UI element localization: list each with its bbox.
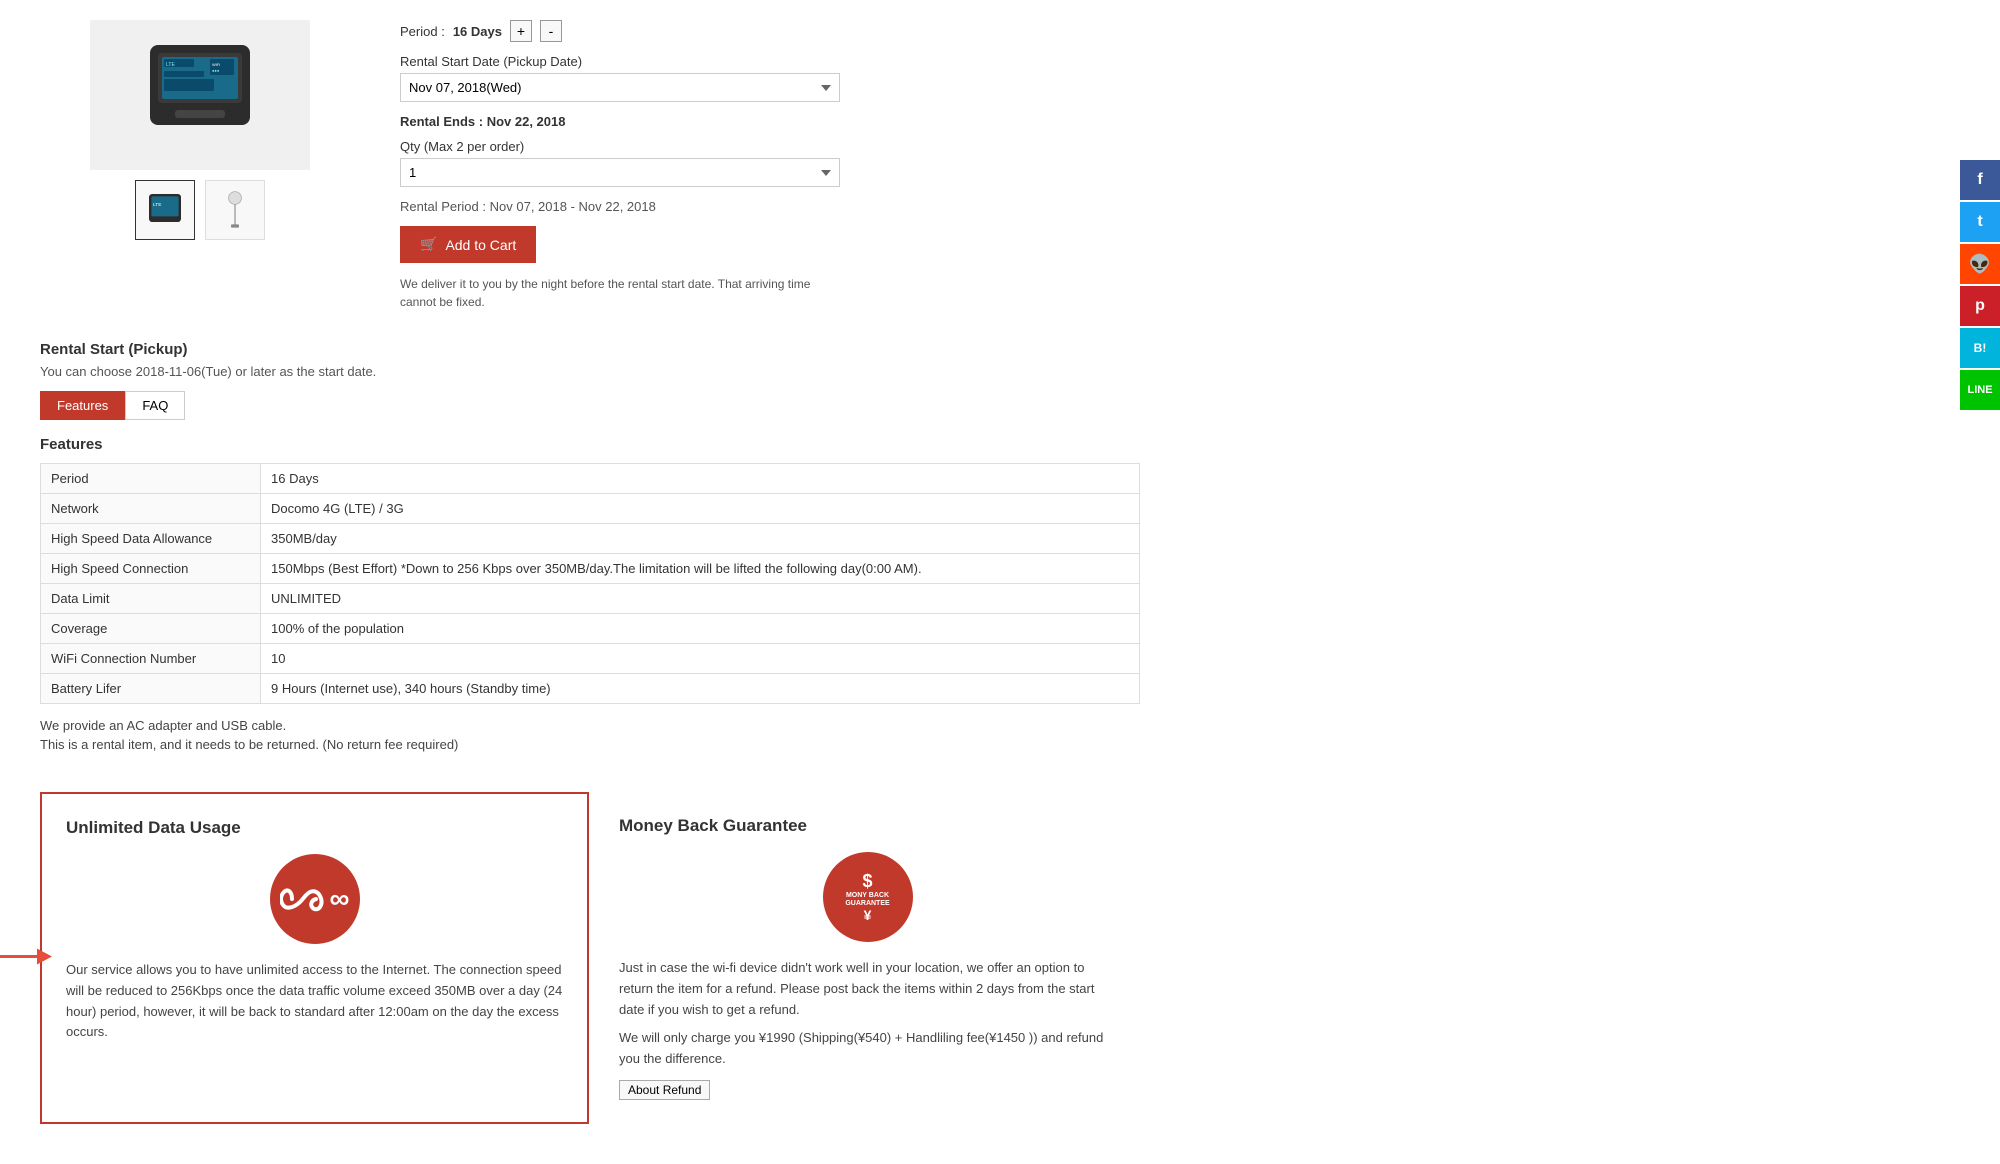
feature-label: High Speed Data Allowance: [41, 524, 261, 554]
table-row: High Speed Connection150Mbps (Best Effor…: [41, 554, 1140, 584]
social-hatena-btn[interactable]: B!: [1960, 328, 2000, 368]
benefits-section: Unlimited Data Usage ∞ Our service allow…: [40, 792, 1140, 1124]
facebook-icon: f: [1977, 171, 1982, 189]
money-back-title: Money Back Guarantee: [619, 816, 1116, 836]
table-row: High Speed Data Allowance350MB/day: [41, 524, 1140, 554]
money-icon-text: MONY BACKGUARANTEE: [845, 892, 889, 907]
money-icon-dollar: $: [862, 871, 872, 892]
table-row: Period16 Days: [41, 464, 1140, 494]
unlimited-title: Unlimited Data Usage: [66, 818, 563, 838]
tabs: Features FAQ: [40, 391, 1860, 420]
about-refund-button[interactable]: About Refund: [619, 1080, 710, 1100]
table-row: Battery Lifer9 Hours (Internet use), 340…: [41, 674, 1140, 704]
rental-ends-date: Nov 22, 2018: [487, 114, 566, 129]
social-sidebar: f t 👽 p B! LINE: [1960, 160, 2000, 410]
period-increase-btn[interactable]: -: [540, 20, 562, 42]
feature-label: Period: [41, 464, 261, 494]
feature-label: Data Limit: [41, 584, 261, 614]
rental-ends: Rental Ends : Nov 22, 2018: [400, 114, 900, 129]
rental-ends-label: Rental Ends :: [400, 114, 483, 129]
arrow-indicator: [0, 941, 52, 974]
feature-value: 9 Hours (Internet use), 340 hours (Stand…: [261, 674, 1140, 704]
infinity-icon: ∞: [270, 854, 360, 944]
feature-value: Docomo 4G (LTE) / 3G: [261, 494, 1140, 524]
svg-text:LTE: LTE: [166, 62, 175, 68]
rental-start-subtitle: You can choose 2018-11-06(Tue) or later …: [40, 364, 1860, 379]
money-icon-yen: ¥: [864, 907, 872, 923]
reddit-icon: 👽: [1969, 254, 1991, 275]
feature-label: WiFi Connection Number: [41, 644, 261, 674]
tab-features[interactable]: Features: [40, 391, 125, 420]
feature-value: UNLIMITED: [261, 584, 1140, 614]
money-back-icon-area: $ MONY BACKGUARANTEE ¥: [619, 852, 1116, 942]
product-main-image: LTE WiFi ●●●: [90, 20, 310, 170]
feature-value: 10: [261, 644, 1140, 674]
feature-value: 350MB/day: [261, 524, 1140, 554]
feature-label: Battery Lifer: [41, 674, 261, 704]
start-date-group: Rental Start Date (Pickup Date) Nov 07, …: [400, 54, 900, 102]
delivery-note: We deliver it to you by the night before…: [400, 275, 840, 311]
social-facebook-btn[interactable]: f: [1960, 160, 2000, 200]
hatena-icon: B!: [1974, 341, 1987, 355]
qty-label: Qty (Max 2 per order): [400, 139, 900, 154]
social-pocket-btn[interactable]: p: [1960, 286, 2000, 326]
cart-icon: 🛒: [420, 236, 437, 253]
features-title: Features: [40, 436, 1860, 453]
start-date-label: Rental Start Date (Pickup Date): [400, 54, 900, 69]
money-back-text2: We will only charge you ¥1990 (Shipping(…: [619, 1028, 1116, 1070]
rental-start-title: Rental Start (Pickup): [40, 341, 1860, 358]
table-row: NetworkDocomo 4G (LTE) / 3G: [41, 494, 1140, 524]
features-section: Features Period16 DaysNetworkDocomo 4G (…: [40, 436, 1860, 752]
period-decrease-btn[interactable]: +: [510, 20, 532, 42]
features-note1: We provide an AC adapter and USB cable.: [40, 718, 1860, 733]
add-to-cart-label: Add to Cart: [445, 237, 516, 253]
feature-label: Coverage: [41, 614, 261, 644]
pocket-icon: p: [1975, 297, 1985, 315]
money-back-card: Money Back Guarantee $ MONY BACKGUARANTE…: [589, 792, 1140, 1124]
feature-value: 16 Days: [261, 464, 1140, 494]
social-reddit-btn[interactable]: 👽: [1960, 244, 2000, 284]
unlimited-data-card: Unlimited Data Usage ∞ Our service allow…: [40, 792, 589, 1124]
unlimited-text: Our service allows you to have unlimited…: [66, 960, 563, 1043]
rental-period-label: Rental Period :: [400, 199, 486, 214]
period-label: Period :: [400, 24, 445, 39]
table-row: Coverage100% of the population: [41, 614, 1140, 644]
qty-group: Qty (Max 2 per order) 1: [400, 139, 900, 187]
product-thumbnail-cable[interactable]: [205, 180, 265, 240]
start-date-select[interactable]: Nov 07, 2018(Wed): [400, 73, 840, 102]
features-note2: This is a rental item, and it needs to b…: [40, 737, 1860, 752]
feature-value: 100% of the population: [261, 614, 1140, 644]
feature-value: 150Mbps (Best Effort) *Down to 256 Kbps …: [261, 554, 1140, 584]
rental-start-section: Rental Start (Pickup) You can choose 201…: [40, 341, 1860, 752]
rental-period-info: Rental Period : Nov 07, 2018 - Nov 22, 2…: [400, 199, 900, 214]
social-twitter-btn[interactable]: t: [1960, 202, 2000, 242]
features-table: Period16 DaysNetworkDocomo 4G (LTE) / 3G…: [40, 463, 1140, 704]
table-row: WiFi Connection Number10: [41, 644, 1140, 674]
product-thumbnails: LTE: [40, 180, 360, 240]
product-images: LTE WiFi ●●● LTE: [40, 20, 360, 311]
svg-text:WiFi: WiFi: [212, 62, 220, 67]
line-icon: LINE: [1967, 384, 1992, 396]
rental-panel: Period : 16 Days + - Rental Start Date (…: [400, 20, 900, 311]
rental-period-value: Nov 07, 2018 - Nov 22, 2018: [490, 199, 656, 214]
add-to-cart-button[interactable]: 🛒 Add to Cart: [400, 226, 536, 263]
social-line-btn[interactable]: LINE: [1960, 370, 2000, 410]
money-back-icon: $ MONY BACKGUARANTEE ¥: [823, 852, 913, 942]
svg-text:LTE: LTE: [153, 202, 161, 208]
period-value: 16 Days: [453, 24, 502, 39]
product-thumbnail-device[interactable]: LTE: [135, 180, 195, 240]
rental-period-row: Period : 16 Days + -: [400, 20, 900, 42]
feature-label: High Speed Connection: [41, 554, 261, 584]
unlimited-icon-area: ∞: [66, 854, 563, 944]
money-back-text1: Just in case the wi-fi device didn't wor…: [619, 958, 1116, 1020]
twitter-icon: t: [1977, 213, 1982, 231]
table-row: Data LimitUNLIMITED: [41, 584, 1140, 614]
svg-text:●●●: ●●●: [212, 68, 220, 73]
tab-faq[interactable]: FAQ: [125, 391, 185, 420]
qty-select[interactable]: 1: [400, 158, 840, 187]
feature-label: Network: [41, 494, 261, 524]
